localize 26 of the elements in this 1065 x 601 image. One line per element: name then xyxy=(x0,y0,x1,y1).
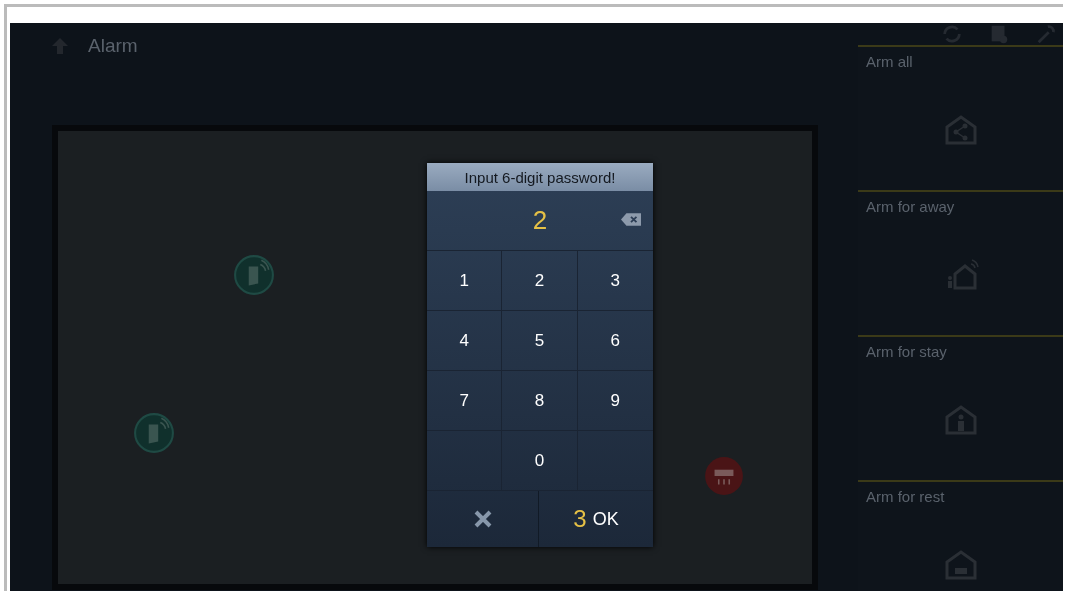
digit-key[interactable]: 6 xyxy=(577,311,653,371)
countdown-number: 3 xyxy=(573,505,587,533)
digit-key[interactable]: 2 xyxy=(502,251,578,311)
door-sensor-icon[interactable] xyxy=(233,254,275,296)
dialog-title: Input 6-digit password! xyxy=(427,163,653,191)
digit-key[interactable]: 5 xyxy=(502,311,578,371)
password-field[interactable]: 2 xyxy=(532,205,548,236)
digit-key[interactable]: 1 xyxy=(427,251,503,311)
digit-key[interactable]: 7 xyxy=(427,371,503,431)
digit-key[interactable]: 9 xyxy=(577,371,653,431)
card-label: Arm for stay xyxy=(865,342,947,360)
heater-sensor-icon[interactable] xyxy=(703,455,745,497)
backspace-button[interactable] xyxy=(621,213,641,226)
ok-button[interactable]: OK xyxy=(592,508,619,530)
card-label: Arm for rest xyxy=(865,487,945,505)
card-label: Arm for away xyxy=(865,197,955,215)
digit-key[interactable]: 4 xyxy=(427,311,503,371)
digit-key[interactable]: 3 xyxy=(577,251,653,311)
refresh-icon[interactable] xyxy=(941,23,963,45)
page-title: Alarm xyxy=(88,34,138,57)
close-icon xyxy=(472,509,493,529)
card-label: Arm all xyxy=(865,52,913,70)
door-sensor-icon[interactable] xyxy=(133,412,175,454)
wrench-icon[interactable] xyxy=(1035,23,1057,45)
digit-key[interactable]: 8 xyxy=(502,371,578,431)
digit-key[interactable]: 0 xyxy=(502,431,578,491)
